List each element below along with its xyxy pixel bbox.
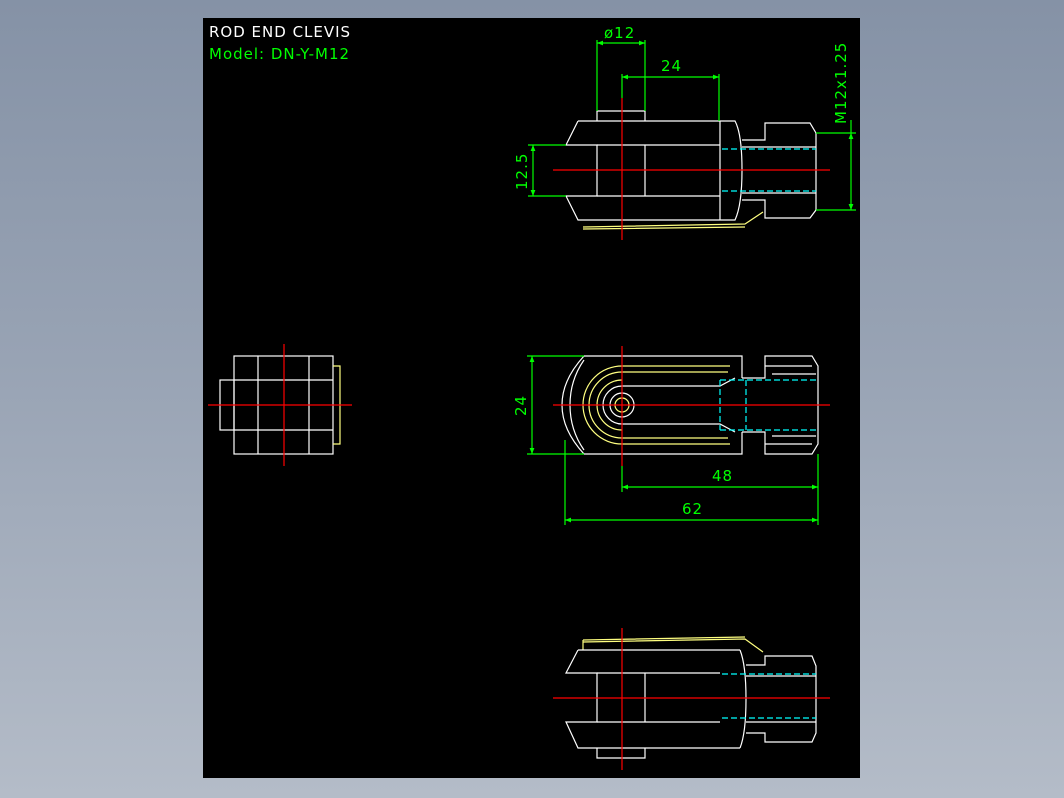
dim-slot-width: 12.5 xyxy=(513,153,531,190)
model-label: Model: DN-Y-M12 xyxy=(209,45,350,63)
dim-overall-length: 62 xyxy=(682,500,703,518)
front-view xyxy=(527,346,830,525)
dim-pin-to-end: 48 xyxy=(712,467,733,485)
drawing-title: ROD END CLEVIS xyxy=(209,23,351,41)
end-view xyxy=(208,344,352,466)
cad-drawing: ROD END CLEVIS Model: DN-Y-M12 ø12 24 12… xyxy=(208,23,856,770)
bottom-view xyxy=(553,628,830,770)
dim-pin-diameter: ø12 xyxy=(604,24,635,42)
dim-thread: M12x1.25 xyxy=(832,42,850,124)
dim-side-height: 24 xyxy=(512,395,530,416)
drawing-canvas: ROD END CLEVIS Model: DN-Y-M12 ø12 24 12… xyxy=(203,18,860,778)
top-view xyxy=(528,40,856,240)
dim-top-length: 24 xyxy=(661,57,682,75)
